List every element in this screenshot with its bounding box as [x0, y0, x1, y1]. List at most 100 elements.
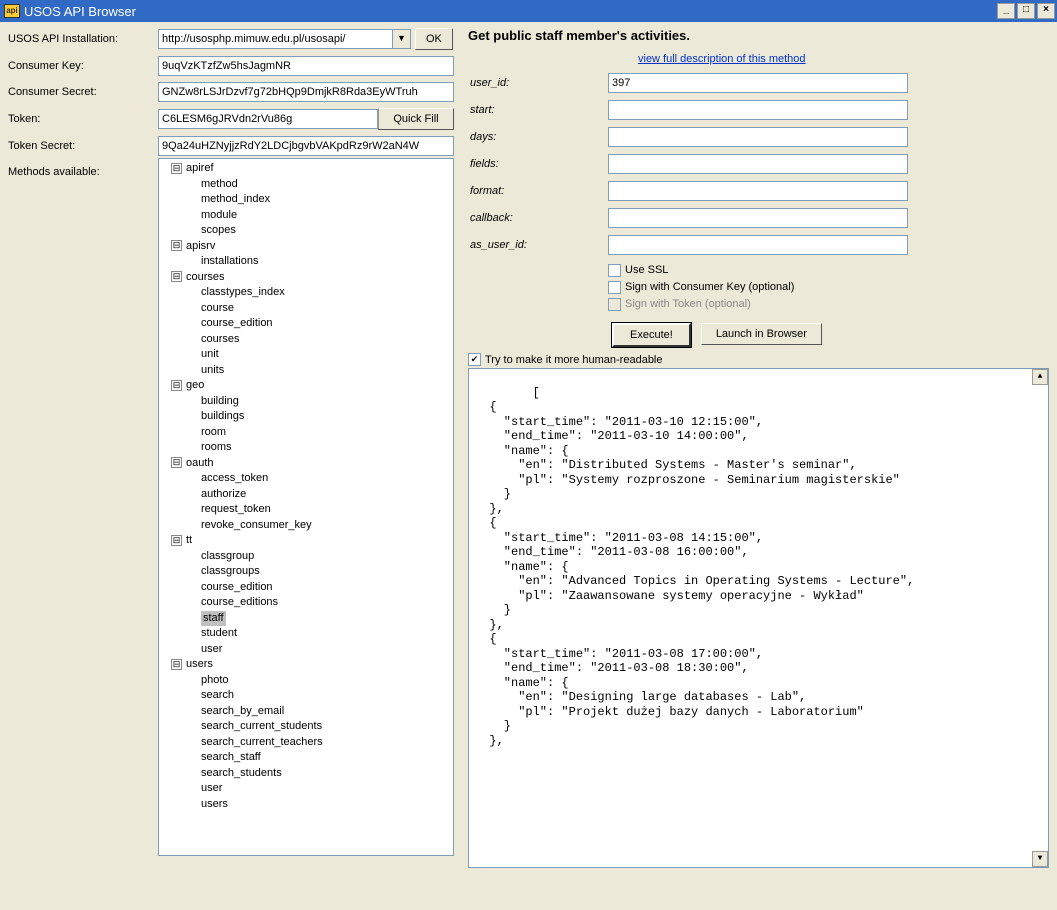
scroll-down-button[interactable]: ▼: [1032, 851, 1048, 867]
tree-method[interactable]: room: [201, 426, 226, 438]
param-input[interactable]: [608, 208, 908, 228]
sign-consumer-checkbox[interactable]: [608, 281, 621, 294]
methods-label: Methods available:: [8, 166, 158, 178]
token-input[interactable]: [158, 109, 378, 129]
tree-method[interactable]: users: [201, 798, 228, 810]
methods-tree[interactable]: ⊟ apiref method method_indexmodule scopes ⊟ ap…: [158, 158, 454, 856]
expand-icon[interactable]: ⊟: [171, 163, 182, 174]
tree-category[interactable]: apiref: [186, 162, 214, 174]
tree-category[interactable]: oauth: [186, 457, 214, 469]
ok-button[interactable]: OK: [415, 28, 453, 50]
output-box[interactable]: [ { "start_time": "2011-03-10 12:15:00",…: [468, 368, 1049, 868]
tree-method[interactable]: course_editions: [201, 596, 278, 608]
tree-category[interactable]: geo: [186, 379, 204, 391]
tree-method[interactable]: user: [201, 782, 222, 794]
app-window: api USOS API Browser _ □ × USOS API Inst…: [0, 0, 1057, 910]
tree-method[interactable]: rooms: [201, 441, 232, 453]
tree-method[interactable]: search_current_teachers: [201, 736, 323, 748]
minimize-button[interactable]: _: [997, 3, 1015, 19]
human-readable-checkbox[interactable]: [468, 353, 481, 366]
expand-icon[interactable]: ⊟: [171, 271, 182, 282]
launch-browser-button[interactable]: Launch in Browser: [701, 323, 822, 345]
use-ssl-label: Use SSL: [625, 262, 668, 279]
tree-category[interactable]: tt: [186, 534, 192, 546]
token-secret-input[interactable]: [158, 136, 454, 156]
expand-icon[interactable]: ⊟: [171, 535, 182, 546]
tree-method[interactable]: search_staff: [201, 751, 261, 763]
tree-method[interactable]: courses: [201, 333, 240, 345]
param-row: user_id:: [468, 73, 1049, 93]
right-panel: Get public staff member's activities. vi…: [468, 28, 1049, 868]
params-block: user_id:start:days:fields:format:callbac…: [468, 73, 1049, 255]
param-input[interactable]: [608, 154, 908, 174]
window-title: USOS API Browser: [24, 4, 995, 19]
options-block: Use SSL Sign with Consumer Key (optional…: [608, 262, 1049, 313]
tree-method[interactable]: installations: [201, 255, 258, 267]
tree-method[interactable]: unit: [201, 348, 219, 360]
param-row: format:: [468, 181, 1049, 201]
tree-method[interactable]: search_students: [201, 767, 282, 779]
expand-icon[interactable]: ⊟: [171, 240, 182, 251]
tree-method[interactable]: classtypes_index: [201, 286, 285, 298]
param-label: user_id:: [468, 77, 608, 89]
tree-category[interactable]: users: [186, 658, 213, 670]
param-row: callback:: [468, 208, 1049, 228]
tree-method[interactable]: student: [201, 627, 237, 639]
param-label: as_user_id:: [468, 239, 608, 251]
left-panel: USOS API Installation: ▼ OK Consumer Key…: [8, 28, 458, 868]
param-input[interactable]: [608, 100, 908, 120]
tree-method[interactable]: search: [201, 689, 234, 701]
tree-category[interactable]: courses: [186, 271, 225, 283]
tree-method[interactable]: access_token: [201, 472, 268, 484]
param-input[interactable]: [608, 181, 908, 201]
tree-method[interactable]: revoke_consumer_key: [201, 519, 312, 531]
maximize-button[interactable]: □: [1017, 3, 1035, 19]
param-input[interactable]: [608, 73, 908, 93]
tree-method[interactable]: buildings: [201, 410, 244, 422]
tree-method[interactable]: user: [201, 643, 222, 655]
close-button[interactable]: ×: [1037, 3, 1055, 19]
token-secret-label: Token Secret:: [8, 140, 158, 152]
consumer-secret-input[interactable]: [158, 82, 454, 102]
tree-method[interactable]: module: [201, 209, 237, 221]
tree-method[interactable]: scopes: [201, 224, 236, 236]
description-link[interactable]: view full description of this method: [638, 53, 806, 65]
execute-button[interactable]: Execute!: [612, 323, 691, 347]
consumer-key-input[interactable]: [158, 56, 454, 76]
tree-method[interactable]: method_index: [201, 193, 270, 205]
install-input[interactable]: [158, 29, 393, 49]
param-input[interactable]: [608, 127, 908, 147]
tree-method[interactable]: classgroups: [201, 565, 260, 577]
tree-method[interactable]: course_edition: [201, 317, 273, 329]
tree-method[interactable]: request_token: [201, 503, 271, 515]
quick-fill-button[interactable]: Quick Fill: [378, 108, 454, 130]
scroll-up-button[interactable]: ▲: [1032, 369, 1048, 385]
tree-category[interactable]: apisrv: [186, 240, 215, 252]
expand-icon[interactable]: ⊟: [171, 659, 182, 670]
sign-token-checkbox: [608, 298, 621, 311]
client-area: USOS API Installation: ▼ OK Consumer Key…: [0, 22, 1057, 874]
tree-method[interactable]: staff: [201, 611, 226, 627]
tree-method[interactable]: photo: [201, 674, 229, 686]
tree-method[interactable]: course_edition: [201, 581, 273, 593]
param-label: callback:: [468, 212, 608, 224]
tree-method[interactable]: search_by_email: [201, 705, 284, 717]
expand-icon[interactable]: ⊟: [171, 457, 182, 468]
use-ssl-checkbox[interactable]: [608, 264, 621, 277]
install-dropdown-button[interactable]: ▼: [393, 29, 411, 49]
tree-method[interactable]: authorize: [201, 488, 246, 500]
param-input[interactable]: [608, 235, 908, 255]
param-row: as_user_id:: [468, 235, 1049, 255]
param-label: format:: [468, 185, 608, 197]
param-row: days:: [468, 127, 1049, 147]
tree-method[interactable]: classgroup: [201, 550, 254, 562]
tree-method[interactable]: building: [201, 395, 239, 407]
tree-method[interactable]: search_current_students: [201, 720, 322, 732]
param-label: fields:: [468, 158, 608, 170]
tree-method[interactable]: units: [201, 364, 224, 376]
expand-icon[interactable]: ⊟: [171, 380, 182, 391]
tree-method[interactable]: method: [201, 178, 238, 190]
tree-method[interactable]: course: [201, 302, 234, 314]
sign-token-label: Sign with Token (optional): [625, 296, 751, 313]
consumer-key-label: Consumer Key:: [8, 60, 158, 72]
